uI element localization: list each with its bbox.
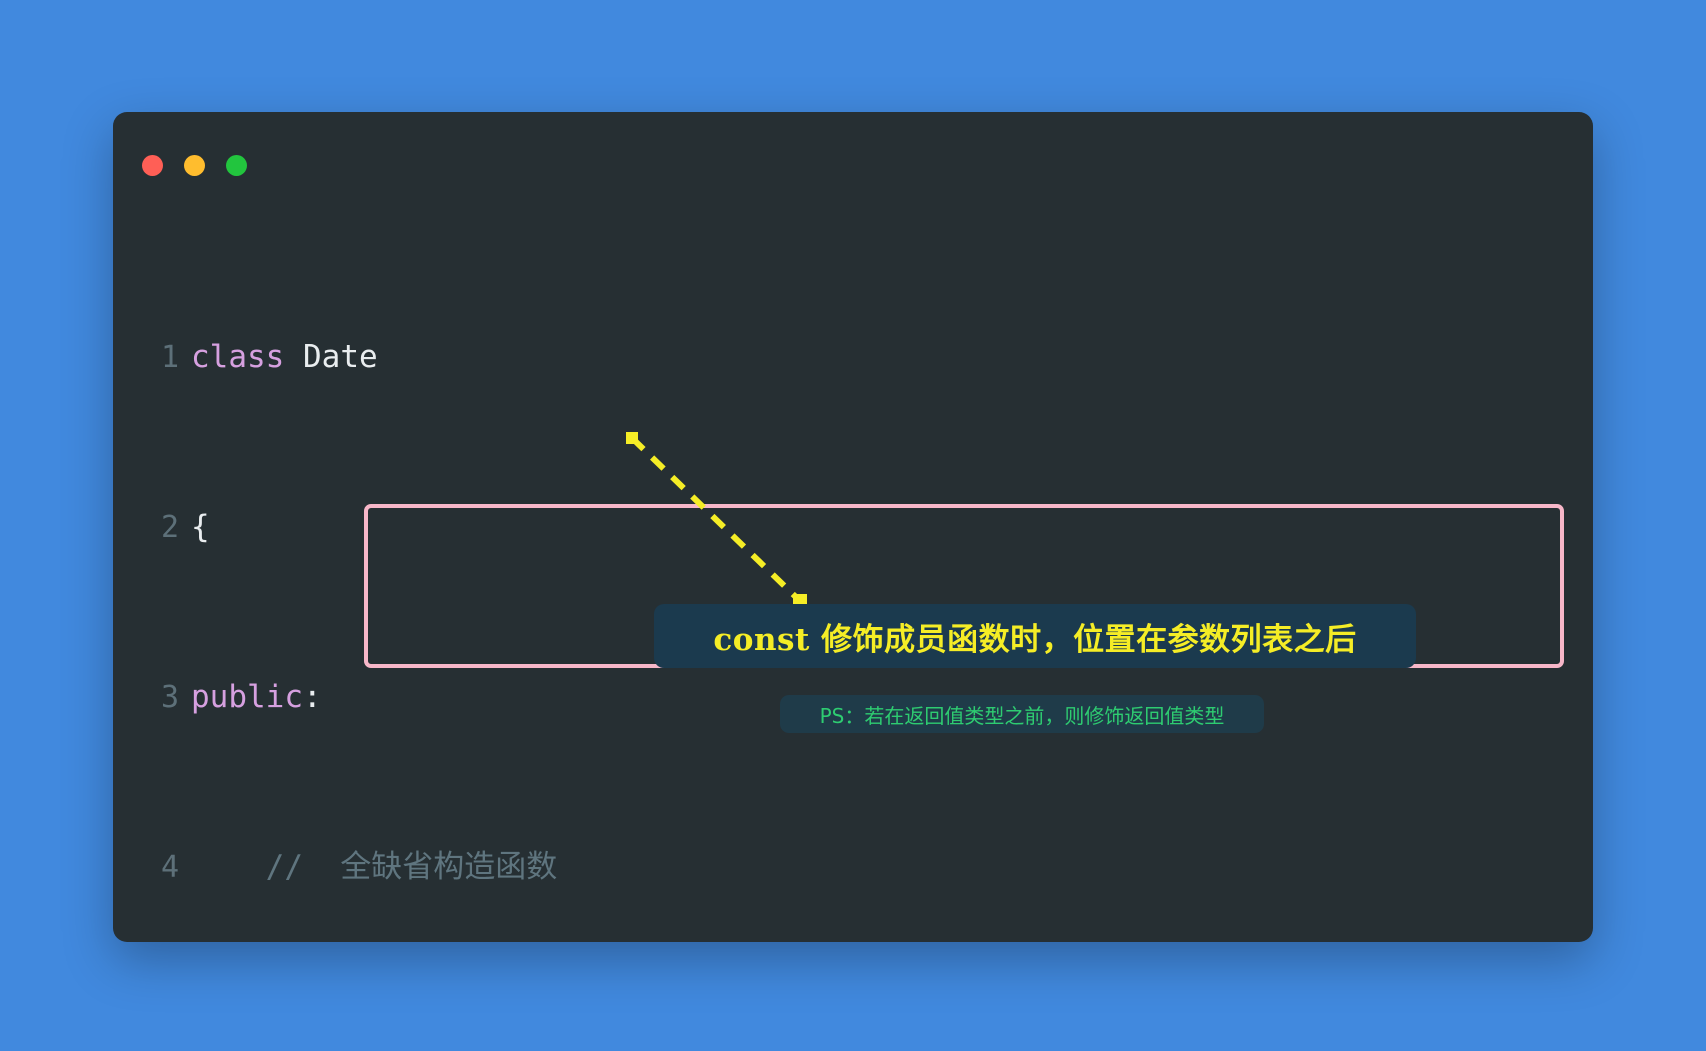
- line-source: public:: [191, 676, 322, 719]
- code-line: 4 // 全缺省构造函数: [113, 846, 1593, 889]
- window-traffic-lights: [142, 155, 247, 176]
- code-window: 1 class Date 2 { 3 public: 4 // 全缺省构造函数 …: [113, 112, 1593, 942]
- maximize-button[interactable]: [226, 155, 247, 176]
- callout-text: const 修饰成员函数时，位置在参数列表之后: [713, 621, 1357, 658]
- line-number: 3: [160, 679, 179, 715]
- line-number: 1: [160, 339, 179, 375]
- code-editor[interactable]: 1 class Date 2 { 3 public: 4 // 全缺省构造函数 …: [113, 208, 1593, 942]
- token-colon: :: [302, 678, 322, 715]
- token-classname: Date: [303, 338, 378, 375]
- code-line: 1 class Date: [113, 336, 1593, 379]
- line-source: class Date: [191, 336, 378, 379]
- code-line: 2 {: [113, 506, 1593, 549]
- minimize-button[interactable]: [184, 155, 205, 176]
- token-keyword: class: [191, 338, 285, 375]
- token-keyword: public: [191, 678, 303, 715]
- line-number: 4: [160, 849, 179, 885]
- ps-note-box: PS：若在返回值类型之前，则修饰返回值类型: [780, 695, 1264, 733]
- window-titlebar: [113, 112, 1593, 182]
- close-button[interactable]: [142, 155, 163, 176]
- ps-note-text: PS：若在返回值类型之前，则修饰返回值类型: [819, 703, 1225, 728]
- token-brace: {: [191, 508, 210, 545]
- line-number: 2: [160, 509, 179, 545]
- token-comment: // 全缺省构造函数: [265, 848, 558, 885]
- line-source: // 全缺省构造函数: [191, 846, 558, 889]
- callout-box: const 修饰成员函数时，位置在参数列表之后: [654, 604, 1416, 668]
